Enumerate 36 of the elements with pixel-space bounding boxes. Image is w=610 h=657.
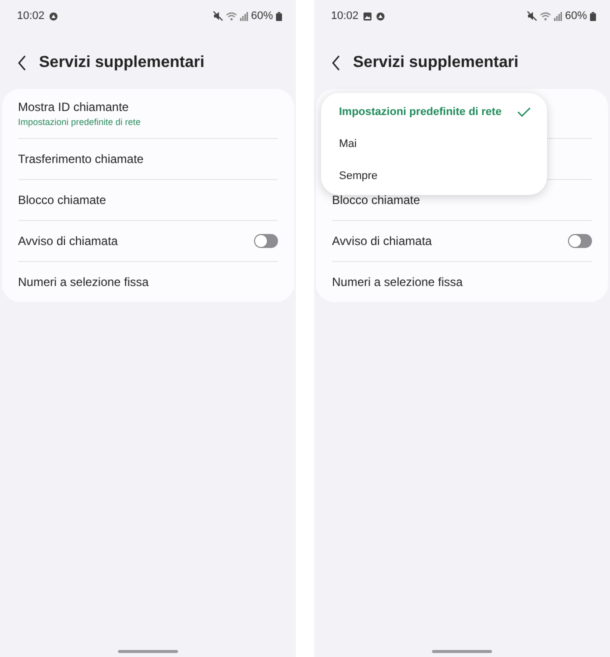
setting-label: Avviso di chiamata <box>18 234 118 248</box>
image-icon <box>362 12 372 20</box>
signal-icon <box>240 12 248 20</box>
setting-label: Blocco chiamate <box>18 193 106 207</box>
setting-label: Avviso di chiamata <box>332 234 432 248</box>
battery-percentage: 60% <box>250 10 273 22</box>
check-icon <box>517 107 531 117</box>
navigation-handle[interactable] <box>432 650 492 653</box>
navigation-handle[interactable] <box>118 650 178 653</box>
back-icon[interactable] <box>17 55 27 71</box>
back-icon[interactable] <box>331 55 341 71</box>
setting-label: Numeri a selezione fissa <box>332 275 463 289</box>
status-time: 10:02 <box>331 10 359 22</box>
toggle-switch[interactable] <box>254 234 278 248</box>
setting-label: Mostra ID chiamante <box>18 100 130 114</box>
circle-icon <box>48 12 58 20</box>
menu-option[interactable]: Mai <box>321 128 547 160</box>
battery-percentage: 60% <box>564 10 587 22</box>
setting-value: Impostazioni predefinite di rete <box>18 117 141 127</box>
battery-icon <box>590 12 596 20</box>
mute-icon <box>526 11 537 21</box>
circle-icon <box>376 12 385 20</box>
wifi-icon <box>226 12 237 20</box>
battery-icon <box>276 12 282 20</box>
setting-label: Trasferimento chiamate <box>18 152 144 166</box>
mute-icon <box>212 11 223 21</box>
toggle-switch[interactable] <box>568 234 592 248</box>
setting-label: Numeri a selezione fissa <box>18 275 149 289</box>
menu-option[interactable]: Sempre <box>321 160 547 192</box>
screen-title: Servizi supplementari <box>39 54 204 72</box>
menu-option[interactable]: Impostazioni predefinite di rete <box>321 96 547 128</box>
setting-label: Blocco chiamate <box>332 193 420 207</box>
screen-title: Servizi supplementari <box>353 54 518 72</box>
status-time: 10:02 <box>17 10 45 22</box>
signal-icon <box>554 12 562 20</box>
wifi-icon <box>540 12 551 20</box>
